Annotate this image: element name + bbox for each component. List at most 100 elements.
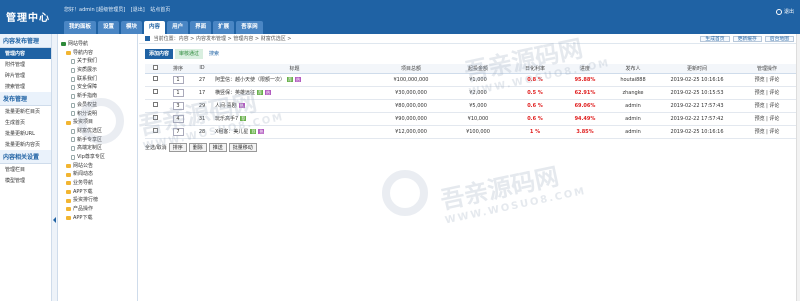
row-total: ¥12,000,000 xyxy=(395,128,427,135)
nav-tab-content[interactable]: 内容 xyxy=(144,21,166,34)
row-rate: 0.5 % xyxy=(527,89,543,96)
menu-item-update-url[interactable]: 批量更新URL xyxy=(0,128,51,139)
scrollbar[interactable] xyxy=(796,34,800,301)
nav-tab-settings[interactable]: 设置 xyxy=(98,21,120,34)
tree-node[interactable]: 资质展示 xyxy=(58,66,137,75)
row-ops-cell: 预览 | 评论 xyxy=(738,125,796,139)
page-icon xyxy=(71,93,75,99)
menu-section-title: 内容相关设置 xyxy=(0,150,51,164)
row-progress: 94.49% xyxy=(574,115,596,122)
select-all-checkbox[interactable] xyxy=(152,64,158,70)
row-user: admin xyxy=(625,115,641,122)
logout-link[interactable]: [退出] xyxy=(131,7,145,13)
site-home-link[interactable]: 站点首页 xyxy=(150,7,170,13)
menu-section-title: 内容发布管理 xyxy=(0,34,51,48)
menu-item-update-content[interactable]: 批量更新内容页 xyxy=(0,139,51,150)
tree-node[interactable]: APP下载 xyxy=(58,214,137,223)
tree-node-label: APP下载 xyxy=(73,214,93,221)
menu-item-search[interactable]: 搜索管理 xyxy=(0,81,51,92)
nav-tab-users[interactable]: 用户 xyxy=(167,21,189,34)
update-cache-button[interactable]: 更新缓存 xyxy=(732,36,762,42)
row-progress-cell: 3.85% xyxy=(560,125,610,139)
row-checkbox-cell xyxy=(145,73,165,87)
tree-node-label: 产品操作 xyxy=(73,206,94,213)
row-rate-cell: 1 % xyxy=(510,125,560,139)
row-ops-cell: 预览 | 评论 xyxy=(738,112,796,126)
tree-node-label: 资质展示 xyxy=(77,67,98,74)
row-time-cell: 2019-02-22 17:57:43 xyxy=(656,99,738,113)
tree-node[interactable]: 关于我们 xyxy=(58,57,137,66)
delete-button[interactable]: 删除 xyxy=(188,143,207,152)
folder-icon xyxy=(66,51,71,56)
nav-tab-extend[interactable]: 扩展 xyxy=(213,21,235,34)
folder-icon xyxy=(66,207,71,212)
row-ops[interactable]: 预览 | 评论 xyxy=(755,103,780,109)
generate-home-button[interactable]: 生成首页 xyxy=(700,36,730,42)
tree-node[interactable]: 高端定制区 xyxy=(58,144,137,153)
row-ops[interactable]: 预览 | 评论 xyxy=(755,90,780,96)
tree-node-label: 安全保障 xyxy=(77,84,98,91)
tree-node-label: 新闻动态 xyxy=(73,171,94,178)
menu-item-update-category[interactable]: 批量更新栏目页 xyxy=(0,106,51,117)
power-icon xyxy=(775,8,782,15)
folder-icon xyxy=(66,172,71,177)
row-ops[interactable]: 预览 | 评论 xyxy=(755,129,780,135)
admin-map-button[interactable]: 后台地图 xyxy=(764,36,794,42)
menu-item-fragments[interactable]: 碎片管理 xyxy=(0,70,51,81)
menu-item-attachments[interactable]: 附件管理 xyxy=(0,59,51,70)
batch-move-button[interactable]: 批量移动 xyxy=(228,143,257,152)
tree-node[interactable]: Vip尊享专区 xyxy=(58,153,137,162)
row-total-cell: ¥30,000,000 xyxy=(376,86,446,100)
tree-node[interactable]: 投资排行榜 xyxy=(58,196,137,205)
row-ops-cell: 预览 | 评论 xyxy=(738,73,796,87)
tree-node[interactable]: 网站导航 xyxy=(58,40,137,49)
tree-node-label: 关于我们 xyxy=(77,58,98,65)
sort-input[interactable]: 1 xyxy=(172,88,184,97)
tree-node-label: 业务导航 xyxy=(73,180,94,186)
menu-section-title: 发布管理 xyxy=(0,92,51,106)
nav-tab-panel[interactable]: 我的面板 xyxy=(64,21,97,34)
row-total-cell: ¥100,000,000 xyxy=(376,73,446,87)
row-progress-cell: 94.49% xyxy=(560,112,610,126)
tree-node[interactable]: 安全保障 xyxy=(58,83,137,92)
watermark-ring-icon xyxy=(382,170,428,216)
row-id-cell: 27 xyxy=(191,73,213,87)
page-icon xyxy=(71,154,75,160)
row-checkbox[interactable] xyxy=(152,76,158,81)
tab-approved[interactable]: 审核通过 xyxy=(175,49,204,59)
tree-node[interactable]: 导航内容 xyxy=(58,49,137,58)
exit-button[interactable]: 退出 xyxy=(775,8,794,15)
nav-tab-modules[interactable]: 模块 xyxy=(121,21,143,34)
row-tag: 热 xyxy=(258,129,265,134)
tab-search[interactable]: 搜索 xyxy=(205,49,223,59)
row-rate: 0.6 % xyxy=(527,115,543,122)
nav-tab-interface[interactable]: 界面 xyxy=(190,21,212,34)
row-checkbox-cell xyxy=(145,86,165,100)
tree-node[interactable]: 新闻动态 xyxy=(58,170,137,179)
tree-node[interactable]: APP下载 xyxy=(58,188,137,197)
row-total: ¥30,000,000 xyxy=(395,89,427,96)
folder-icon xyxy=(66,216,71,221)
tree-node[interactable]: 联系我们 xyxy=(58,75,137,84)
menu-item-model[interactable]: 模型管理 xyxy=(0,175,51,186)
col-title: 标题 xyxy=(213,64,376,74)
nav-tab-site[interactable]: 吾享网 xyxy=(236,21,263,34)
push-button[interactable]: 推送 xyxy=(208,143,227,152)
row-checkbox[interactable] xyxy=(152,89,158,94)
tree-node[interactable]: 网站公告 xyxy=(58,162,137,171)
menu-item-manage-category[interactable]: 管理栏目 xyxy=(0,164,51,175)
row-user: admin xyxy=(625,128,641,135)
tab-add-content[interactable]: 添加内容 xyxy=(145,49,174,59)
menu-item-manage-content[interactable]: 管理内容 xyxy=(0,48,51,59)
row-time: 2019-02-25 10:16:16 xyxy=(670,128,724,135)
tree-node[interactable]: 产品操作 xyxy=(58,205,137,214)
col-select xyxy=(145,64,165,74)
row-title-cell: 阿里信：越小天使（限额一次）荐热 xyxy=(213,73,376,87)
sort-input[interactable]: 1 xyxy=(172,75,184,84)
row-ops[interactable]: 预览 | 评论 xyxy=(755,77,780,83)
menu-item-generate-home[interactable]: 生成首页 xyxy=(0,117,51,128)
tree-node-label: 导航内容 xyxy=(73,49,94,56)
tree-node[interactable]: 业务导航 xyxy=(58,179,137,188)
row-ops[interactable]: 预览 | 评论 xyxy=(755,116,780,122)
row-total-cell: ¥90,000,000 xyxy=(376,112,446,126)
